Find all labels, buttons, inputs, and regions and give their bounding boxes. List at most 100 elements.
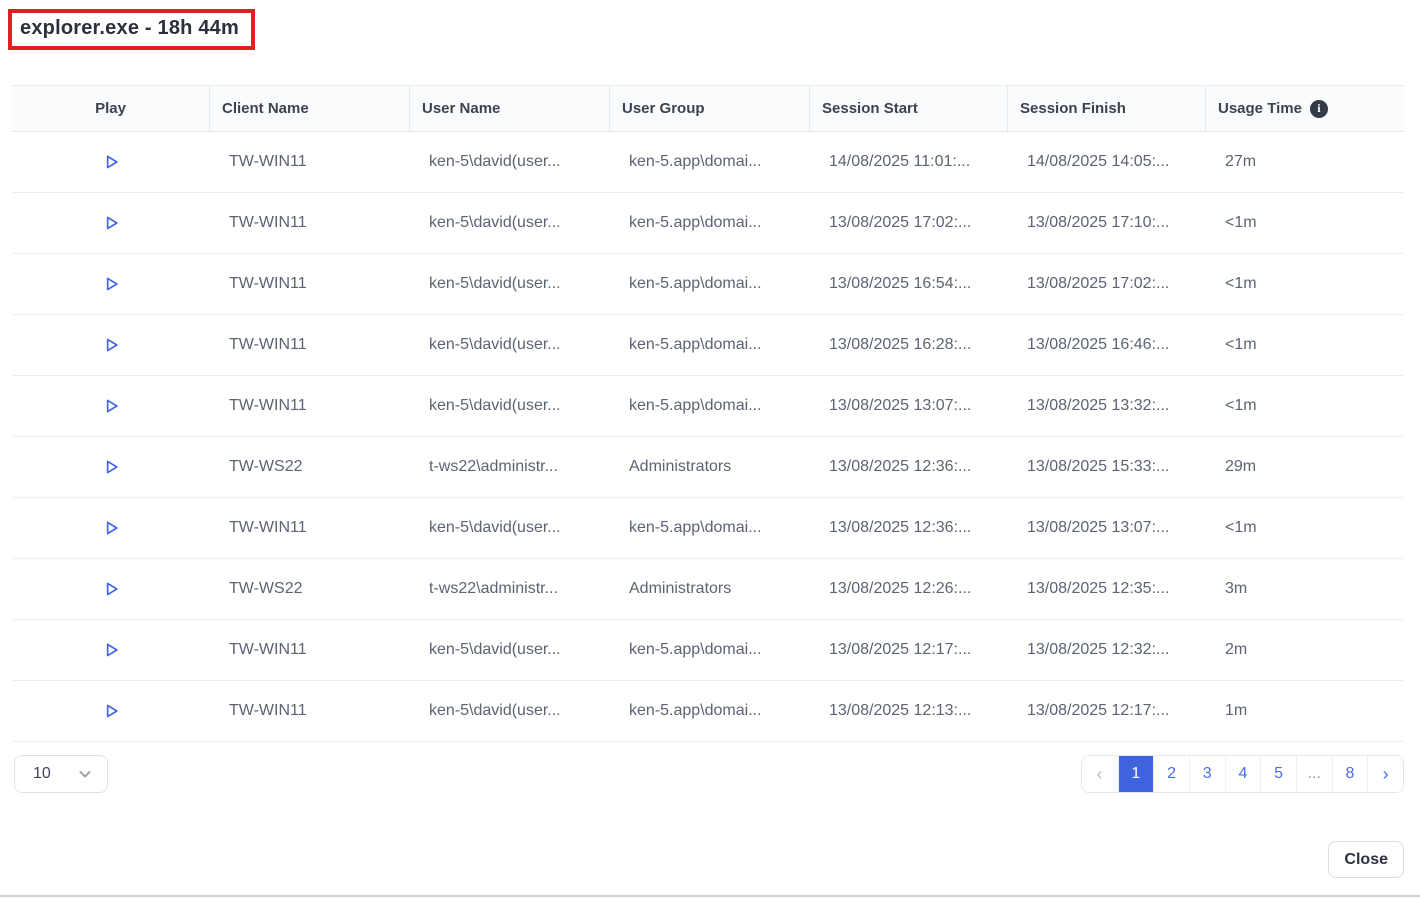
page-size-select[interactable]: 10 — [14, 755, 108, 793]
session-finish-cell: 13/08/2025 12:17:... — [1007, 681, 1205, 741]
client-name-cell: TW-WIN11 — [209, 315, 409, 375]
play-cell — [12, 376, 209, 436]
dialog-title: explorer.exe - 18h 44m — [20, 17, 239, 40]
session-finish-cell: 13/08/2025 15:33:... — [1007, 437, 1205, 497]
play-cell — [12, 132, 209, 192]
table-row: TW-WIN11 ken-5\david(user... ken-5.app\d… — [12, 681, 1404, 742]
usage-time-cell: 1m — [1205, 681, 1404, 741]
usage-time-cell: <1m — [1205, 498, 1404, 558]
play-cell — [12, 559, 209, 619]
session-finish-cell: 13/08/2025 17:10:... — [1007, 193, 1205, 253]
column-header-user-group: User Group — [609, 86, 809, 131]
column-header-session-start: Session Start — [809, 86, 1007, 131]
play-icon — [101, 701, 121, 721]
table-row: TW-WIN11 ken-5\david(user... ken-5.app\d… — [12, 498, 1404, 559]
user-group-cell: ken-5.app\domai... — [609, 620, 809, 680]
page-size-value: 10 — [33, 765, 51, 783]
session-details-dialog: explorer.exe - 18h 44m PlayClient NameUs… — [0, 0, 1420, 897]
user-name-cell: ken-5\david(user... — [409, 315, 609, 375]
pagination: ‹12345...8› — [1081, 755, 1404, 793]
user-name-cell: ken-5\david(user... — [409, 498, 609, 558]
session-start-cell: 13/08/2025 16:28:... — [809, 315, 1007, 375]
user-group-cell: ken-5.app\domai... — [609, 376, 809, 436]
client-name-cell: TW-WIN11 — [209, 681, 409, 741]
play-button[interactable] — [97, 636, 125, 664]
column-header-usage-time: Usage Timei — [1205, 86, 1404, 131]
client-name-cell: TW-WS22 — [209, 559, 409, 619]
close-button[interactable]: Close — [1328, 841, 1404, 878]
table-row: TW-WIN11 ken-5\david(user... ken-5.app\d… — [12, 620, 1404, 681]
session-finish-cell: 13/08/2025 13:32:... — [1007, 376, 1205, 436]
usage-time-cell: <1m — [1205, 315, 1404, 375]
play-button[interactable] — [97, 270, 125, 298]
play-button[interactable] — [97, 148, 125, 176]
play-icon — [101, 152, 121, 172]
session-finish-cell: 13/08/2025 12:35:... — [1007, 559, 1205, 619]
session-start-cell: 13/08/2025 13:07:... — [809, 376, 1007, 436]
column-header-user-name: User Name — [409, 86, 609, 131]
user-name-cell: ken-5\david(user... — [409, 132, 609, 192]
client-name-cell: TW-WIN11 — [209, 254, 409, 314]
chevron-down-icon — [77, 766, 93, 782]
pagination-prev-button[interactable]: ‹ — [1082, 756, 1118, 792]
user-group-cell: Administrators — [609, 559, 809, 619]
pagination-page-3[interactable]: 3 — [1189, 756, 1225, 792]
pagination-page-8[interactable]: 8 — [1332, 756, 1368, 792]
pagination-page-4[interactable]: 4 — [1225, 756, 1261, 792]
user-group-cell: ken-5.app\domai... — [609, 315, 809, 375]
play-icon — [101, 457, 121, 477]
user-group-cell: ken-5.app\domai... — [609, 193, 809, 253]
play-button[interactable] — [97, 514, 125, 542]
session-start-cell: 13/08/2025 16:54:... — [809, 254, 1007, 314]
user-group-cell: Administrators — [609, 437, 809, 497]
play-cell — [12, 315, 209, 375]
play-button[interactable] — [97, 209, 125, 237]
table-row: TW-WIN11 ken-5\david(user... ken-5.app\d… — [12, 315, 1404, 376]
client-name-cell: TW-WIN11 — [209, 620, 409, 680]
sessions-table: PlayClient NameUser NameUser GroupSessio… — [12, 85, 1404, 742]
user-group-cell: ken-5.app\domai... — [609, 132, 809, 192]
play-cell — [12, 437, 209, 497]
user-name-cell: t-ws22\administr... — [409, 437, 609, 497]
client-name-cell: TW-WS22 — [209, 437, 409, 497]
pagination-page-2[interactable]: 2 — [1153, 756, 1189, 792]
pagination-page-5[interactable]: 5 — [1260, 756, 1296, 792]
info-icon[interactable]: i — [1310, 100, 1328, 118]
play-button[interactable] — [97, 392, 125, 420]
play-button[interactable] — [97, 331, 125, 359]
play-cell — [12, 498, 209, 558]
column-header-label: User Name — [422, 100, 500, 117]
play-cell — [12, 193, 209, 253]
user-name-cell: ken-5\david(user... — [409, 376, 609, 436]
session-finish-cell: 13/08/2025 16:46:... — [1007, 315, 1205, 375]
session-finish-cell: 13/08/2025 13:07:... — [1007, 498, 1205, 558]
column-header-label: Client Name — [222, 100, 309, 117]
column-header-session-finish: Session Finish — [1007, 86, 1205, 131]
usage-time-cell: 2m — [1205, 620, 1404, 680]
session-start-cell: 13/08/2025 17:02:... — [809, 193, 1007, 253]
play-button[interactable] — [97, 453, 125, 481]
session-finish-cell: 14/08/2025 14:05:... — [1007, 132, 1205, 192]
client-name-cell: TW-WIN11 — [209, 193, 409, 253]
session-start-cell: 13/08/2025 12:36:... — [809, 498, 1007, 558]
session-start-cell: 13/08/2025 12:36:... — [809, 437, 1007, 497]
client-name-cell: TW-WIN11 — [209, 132, 409, 192]
play-icon — [101, 579, 121, 599]
user-name-cell: ken-5\david(user... — [409, 620, 609, 680]
play-cell — [12, 254, 209, 314]
table-row: TW-WS22 t-ws22\administr... Administrato… — [12, 559, 1404, 620]
play-icon — [101, 335, 121, 355]
play-button[interactable] — [97, 575, 125, 603]
pagination-page-1[interactable]: 1 — [1118, 756, 1154, 792]
usage-time-cell: <1m — [1205, 376, 1404, 436]
pagination-ellipsis[interactable]: ... — [1296, 756, 1332, 792]
user-name-cell: t-ws22\administr... — [409, 559, 609, 619]
usage-time-cell: 29m — [1205, 437, 1404, 497]
user-name-cell: ken-5\david(user... — [409, 254, 609, 314]
pagination-next-button[interactable]: › — [1367, 756, 1403, 792]
client-name-cell: TW-WIN11 — [209, 498, 409, 558]
column-header-label: Session Start — [822, 100, 918, 117]
play-button[interactable] — [97, 697, 125, 725]
user-group-cell: ken-5.app\domai... — [609, 254, 809, 314]
session-start-cell: 14/08/2025 11:01:... — [809, 132, 1007, 192]
